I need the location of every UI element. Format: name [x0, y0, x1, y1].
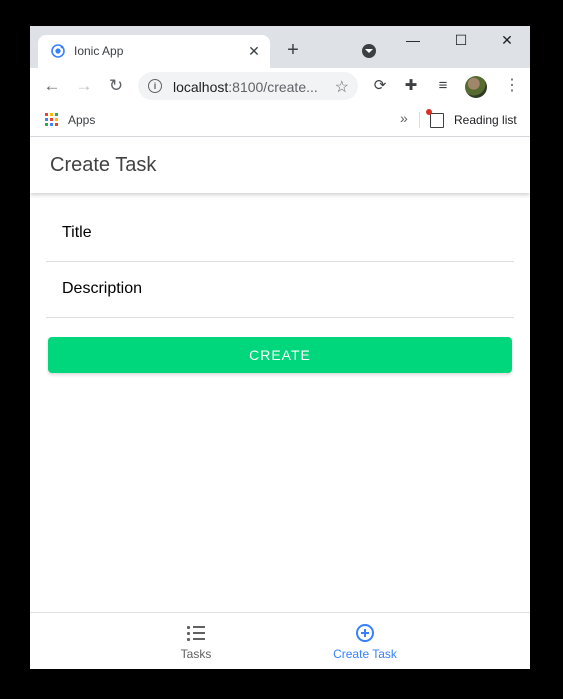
url-host: localhost: [173, 79, 229, 95]
new-tab-icon[interactable]: +: [284, 40, 302, 60]
tab-bar: Tasks Create Task: [30, 612, 530, 669]
reading-list-icon[interactable]: [426, 109, 444, 128]
create-button[interactable]: CREATE: [48, 337, 512, 373]
page-title: Create Task: [50, 154, 157, 176]
sync-icon[interactable]: ⟳: [371, 77, 389, 95]
reading-list-button[interactable]: Reading list: [454, 113, 517, 127]
minimize-icon[interactable]: —: [398, 32, 428, 48]
tab-title: Ionic App: [74, 44, 124, 58]
bookmark-star-icon[interactable]: ☆: [335, 77, 349, 97]
list-icon: [187, 626, 205, 641]
more-bookmarks-chevron-icon[interactable]: »: [400, 110, 408, 126]
profile-avatar[interactable]: [465, 76, 487, 98]
add-circle-icon: [356, 624, 374, 642]
ionic-favicon-icon: [51, 44, 65, 58]
browser-toolbar: ← → ↻ i localhost:8100/create... ☆ ⟳ ✚ ≡…: [30, 68, 530, 104]
bookmarks-divider: [419, 112, 420, 128]
browser-tab[interactable]: Ionic App ✕: [38, 35, 270, 68]
description-item: [46, 261, 514, 318]
url-path: :8100/create...: [228, 79, 318, 95]
back-arrow-icon[interactable]: ←: [42, 76, 62, 96]
tab-close-icon[interactable]: ✕: [246, 43, 262, 59]
tab-create-task[interactable]: Create Task: [240, 613, 490, 669]
url-text[interactable]: localhost:8100/create...: [173, 79, 318, 95]
browser-window: Ionic App ✕ + — ☐ ✕ ← → ↻ i localhost:81…: [30, 26, 530, 669]
apps-grid-icon[interactable]: [45, 113, 58, 126]
site-info-icon[interactable]: i: [148, 79, 162, 93]
bookmarks-bar: Apps » Reading list: [30, 104, 530, 137]
browser-menu-icon[interactable]: ⋮: [504, 77, 520, 95]
description-input[interactable]: [62, 261, 502, 317]
page-content: CREATE: [30, 193, 530, 612]
media-control-icon[interactable]: ≡: [434, 77, 452, 95]
reload-icon[interactable]: ↻: [106, 76, 126, 96]
title-item: [46, 205, 514, 262]
page-header: Create Task: [30, 137, 530, 193]
close-window-icon[interactable]: ✕: [492, 32, 522, 48]
forward-arrow-icon[interactable]: →: [74, 76, 94, 96]
tab-strip: Ionic App ✕ + — ☐ ✕: [30, 26, 530, 68]
tab-create-task-label: Create Task: [333, 647, 397, 661]
apps-bookmark[interactable]: Apps: [68, 113, 95, 127]
maximize-icon[interactable]: ☐: [446, 32, 476, 48]
address-bar[interactable]: i localhost:8100/create... ☆: [138, 72, 358, 100]
tab-search-icon[interactable]: [362, 44, 376, 58]
title-input[interactable]: [62, 205, 502, 261]
extensions-puzzle-icon[interactable]: ✚: [402, 77, 420, 95]
